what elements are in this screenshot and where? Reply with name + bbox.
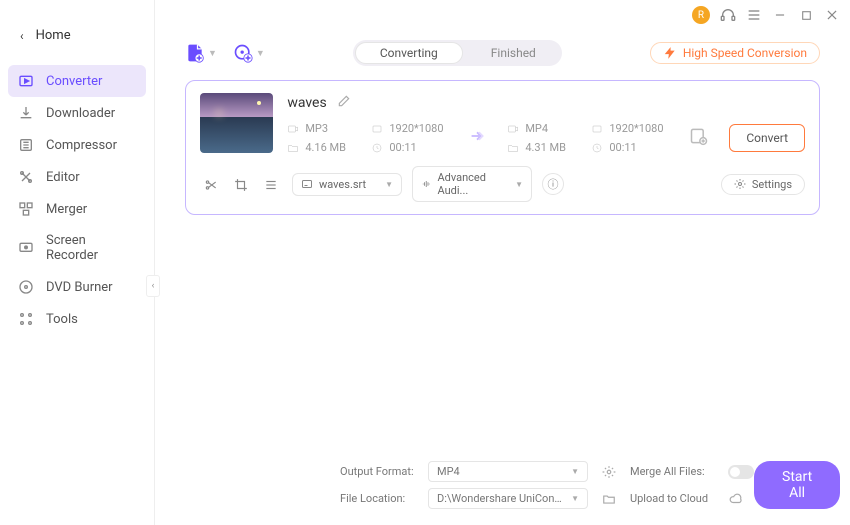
dst-dur: 00:11 — [591, 141, 669, 154]
convert-button[interactable]: Convert — [729, 124, 805, 152]
sidebar-item-tools[interactable]: Tools — [0, 303, 154, 335]
src-codec: MP3 — [287, 122, 365, 135]
rename-icon[interactable] — [337, 93, 351, 112]
crop-icon[interactable] — [234, 177, 248, 191]
add-url-button[interactable]: ▼ — [233, 43, 265, 63]
menu-icon[interactable] — [746, 7, 762, 23]
compressor-icon — [18, 137, 34, 153]
sidebar-item-label: Compressor — [46, 138, 117, 153]
nav-home[interactable]: ‹ Home — [0, 20, 154, 51]
file-location-select[interactable]: D:\Wondershare UniConverter 1 ▼ — [428, 488, 588, 509]
caret-icon: ▼ — [208, 48, 217, 59]
open-folder-icon[interactable] — [596, 492, 622, 506]
clock-icon — [591, 142, 603, 154]
add-disc-icon — [233, 43, 253, 63]
video-icon — [287, 123, 299, 135]
sidebar-item-label: Screen Recorder — [46, 233, 136, 263]
high-speed-conversion-toggle[interactable]: High Speed Conversion — [650, 42, 820, 64]
caret-icon: ▼ — [515, 180, 523, 189]
settings-label: Settings — [752, 178, 792, 191]
hsc-label: High Speed Conversion — [683, 46, 807, 60]
folder-icon — [287, 142, 299, 154]
task-card: waves MP3 1920*1080 4.16 MB 00:11 MP4 — [185, 80, 820, 215]
sidebar-item-converter[interactable]: Converter — [8, 65, 146, 97]
video-icon — [507, 123, 519, 135]
cloud-icon[interactable] — [728, 492, 754, 506]
dst-size: 4.31 MB — [507, 141, 585, 154]
dvd-icon — [18, 279, 34, 295]
src-res: 1920*1080 — [371, 122, 449, 135]
caret-icon: ▼ — [571, 494, 579, 503]
sidebar-item-label: Merger — [46, 202, 87, 217]
sidebar-item-label: Converter — [46, 74, 102, 89]
output-format-value: MP4 — [437, 465, 460, 478]
avatar[interactable]: R — [692, 6, 710, 24]
file-location-value: D:\Wondershare UniConverter 1 — [437, 492, 567, 505]
minimize-icon[interactable] — [772, 7, 788, 23]
cut-icon[interactable] — [204, 177, 218, 191]
info-icon: ⓘ — [548, 176, 559, 192]
arrow-icon — [467, 125, 489, 151]
dst-codec: MP4 — [507, 122, 585, 135]
merger-icon — [18, 201, 34, 217]
gear-icon — [734, 178, 746, 190]
dst-res: 1920*1080 — [591, 122, 669, 135]
recorder-icon — [18, 240, 34, 256]
caret-icon: ▼ — [385, 180, 393, 189]
tab-finished[interactable]: Finished — [465, 40, 562, 66]
subtitle-value: waves.srt — [319, 178, 366, 191]
audio-select[interactable]: Advanced Audi... ▼ — [412, 166, 532, 202]
info-button[interactable]: ⓘ — [542, 173, 564, 195]
subtitle-select[interactable]: waves.srt ▼ — [292, 173, 402, 196]
add-file-button[interactable]: ▼ — [185, 43, 217, 63]
close-icon[interactable] — [824, 7, 840, 23]
caret-icon: ▼ — [256, 48, 265, 59]
start-all-button[interactable]: Start All — [754, 461, 840, 509]
sidebar-item-dvd-burner[interactable]: DVD Burner — [0, 271, 154, 303]
frame-icon — [591, 123, 603, 135]
folder-icon — [507, 142, 519, 154]
sidebar-item-label: Editor — [46, 170, 80, 185]
back-icon: ‹ — [20, 29, 24, 43]
nav-home-label: Home — [36, 28, 71, 43]
editor-icon — [18, 169, 34, 185]
add-file-icon — [185, 43, 205, 63]
effect-icon[interactable] — [264, 177, 278, 191]
sidebar-item-compressor[interactable]: Compressor — [0, 129, 154, 161]
src-dur: 00:11 — [371, 141, 449, 154]
src-size: 4.16 MB — [287, 141, 365, 154]
merge-label: Merge All Files: — [630, 465, 720, 478]
sidebar-item-screen-recorder[interactable]: Screen Recorder — [0, 225, 154, 271]
format-settings-icon[interactable] — [596, 465, 622, 479]
output-format-label: Output Format: — [340, 465, 420, 478]
video-thumbnail[interactable] — [200, 93, 273, 153]
file-location-label: File Location: — [340, 492, 420, 505]
tab-converting[interactable]: Converting — [355, 42, 463, 64]
sidebar-item-editor[interactable]: Editor — [0, 161, 154, 193]
frame-icon — [371, 123, 383, 135]
output-format-select[interactable]: MP4 ▼ — [428, 461, 588, 482]
audio-icon — [421, 178, 431, 190]
caret-icon: ▼ — [571, 467, 579, 476]
sidebar-item-label: Downloader — [46, 106, 115, 121]
headset-icon[interactable] — [720, 7, 736, 23]
tools-icon — [18, 311, 34, 327]
task-filename: waves — [287, 95, 326, 111]
sidebar-item-downloader[interactable]: Downloader — [0, 97, 154, 129]
task-settings-button[interactable]: Settings — [721, 174, 805, 195]
subtitle-icon — [301, 178, 313, 190]
converter-icon — [18, 73, 34, 89]
sidebar-item-label: DVD Burner — [46, 280, 113, 295]
bolt-icon — [663, 46, 677, 60]
sidebar-item-label: Tools — [46, 312, 78, 327]
output-settings-icon[interactable] — [689, 126, 709, 150]
merge-toggle[interactable] — [728, 465, 754, 479]
maximize-icon[interactable] — [798, 7, 814, 23]
sidebar-item-merger[interactable]: Merger — [0, 193, 154, 225]
downloader-icon — [18, 105, 34, 121]
audio-value: Advanced Audi... — [437, 171, 509, 197]
upload-cloud-label: Upload to Cloud — [630, 492, 720, 505]
clock-icon — [371, 142, 383, 154]
